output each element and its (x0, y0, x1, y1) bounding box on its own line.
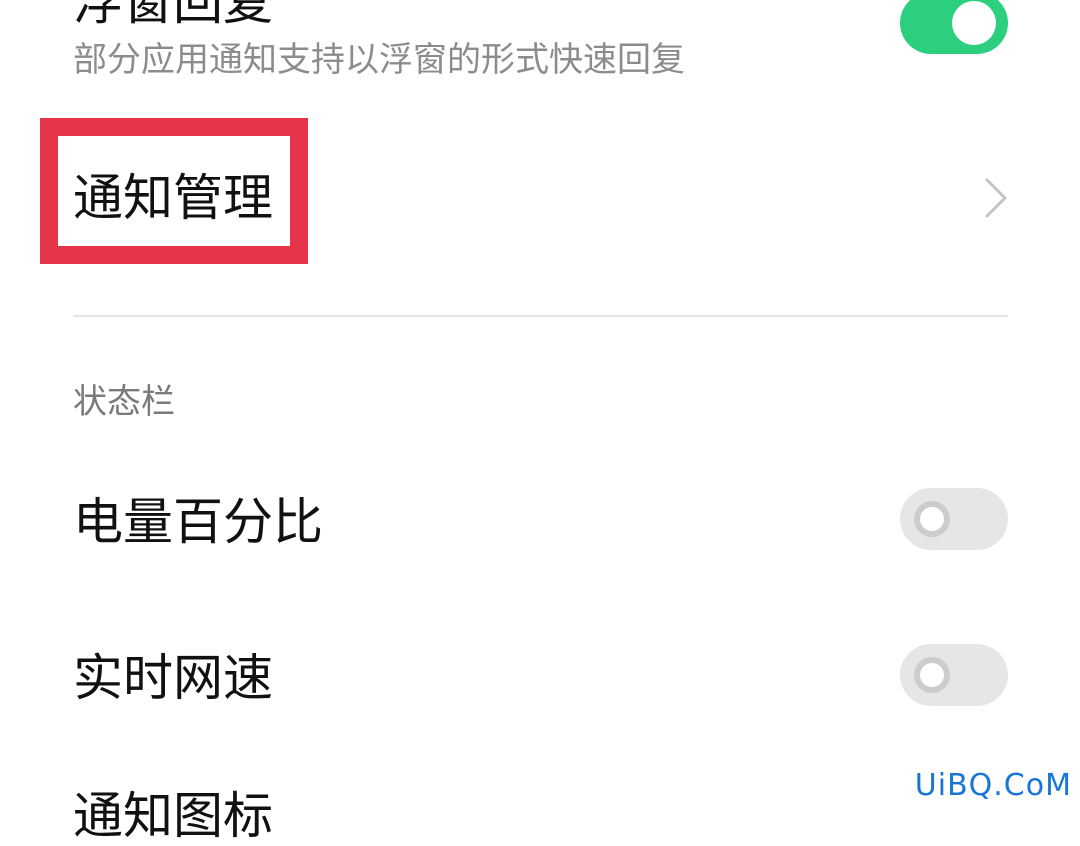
row-title: 电量百分比 (73, 493, 323, 551)
row-title: 实时网速 (73, 649, 273, 707)
row-subtitle: 部分应用通知支持以浮窗的形式快速回复 (73, 40, 685, 80)
toggle-knob (952, 1, 996, 45)
battery-percentage-toggle[interactable] (900, 488, 1008, 550)
watermark: UiBQ.CoM (914, 768, 1072, 803)
highlight-annotation-box (40, 118, 308, 264)
toggle-knob (914, 657, 950, 693)
divider (73, 315, 1008, 317)
section-header-status-bar: 状态栏 (73, 382, 175, 422)
row-title: 浮窗回复 (73, 0, 273, 31)
toggle-knob (914, 501, 950, 537)
floating-reply-toggle[interactable] (900, 0, 1008, 54)
network-speed-toggle[interactable] (900, 644, 1008, 706)
row-title: 通知图标 (73, 787, 273, 845)
chevron-right-icon (985, 178, 1007, 218)
